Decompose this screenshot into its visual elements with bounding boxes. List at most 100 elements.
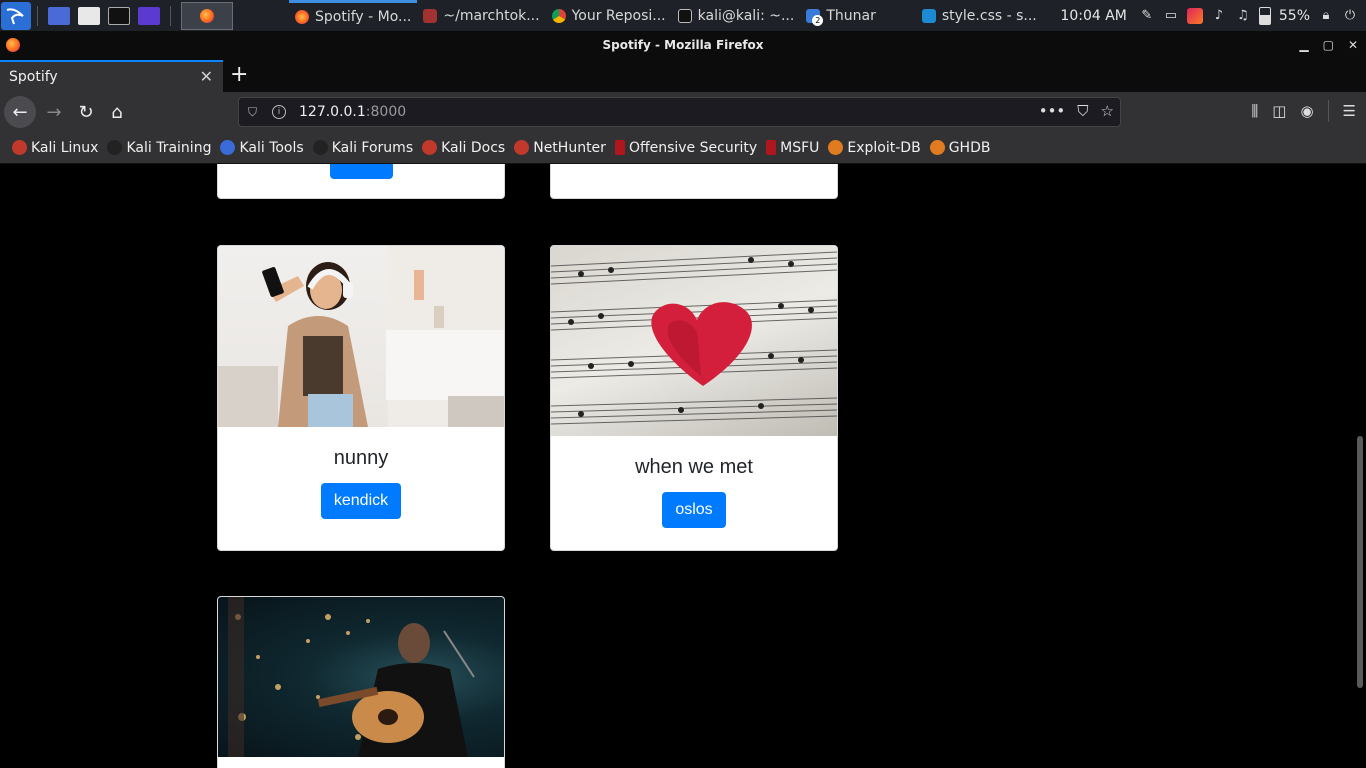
window-titlebar: Spotify - Mozilla Firefox ▁ ▢ ✕: [0, 31, 1366, 59]
terminal-icon: [677, 8, 692, 23]
document-icon: [423, 8, 438, 23]
account-icon[interactable]: ◉: [1300, 102, 1313, 120]
new-tab-icon[interactable]: +: [230, 62, 248, 87]
bookmark-star-icon[interactable]: ☆: [1101, 102, 1114, 120]
minimize-icon[interactable]: ▁: [1299, 38, 1308, 52]
msfu-icon: [766, 140, 777, 155]
bookmark-label: Kali Tools: [239, 139, 304, 156]
bookmark-nethunter[interactable]: NetHunter: [514, 140, 606, 156]
url-host: 127.0.0.1: [299, 104, 366, 120]
bookmark-offensive-security[interactable]: Offensive Security: [614, 139, 758, 156]
site-info-icon[interactable]: i: [272, 105, 286, 119]
toolbar-divider: [1327, 100, 1329, 122]
page-content: nunny kendick when we met oslos: [0, 164, 1366, 768]
task-label: Spotify - Mo...: [315, 9, 412, 25]
bookmark-kali-docs[interactable]: Kali Docs: [422, 140, 505, 156]
scrollbar[interactable]: [1354, 164, 1366, 768]
tab-title: Spotify: [9, 69, 58, 85]
tracking-shield-icon[interactable]: ⛉: [248, 105, 262, 120]
sidebar-icon[interactable]: ◫: [1272, 102, 1286, 120]
scrollbar-thumb[interactable]: [1357, 436, 1363, 688]
task-firefox[interactable]: Spotify - Mo...: [289, 0, 418, 31]
task-vscode[interactable]: style.css - s...: [916, 0, 1043, 31]
screen-icon[interactable]: ▭: [1163, 8, 1179, 24]
taskbar-separator: [170, 5, 171, 26]
hamburger-menu-icon[interactable]: ☰: [1343, 102, 1356, 120]
firefox-icon: [200, 8, 214, 23]
volume-icon[interactable]: ♪: [1211, 8, 1227, 24]
exploit-db-icon: [828, 140, 844, 155]
forward-arrow-icon[interactable]: →: [38, 96, 70, 128]
battery-icon[interactable]: [1258, 6, 1271, 25]
clock[interactable]: 10:04 AM: [1060, 8, 1126, 24]
nethunter-icon: [514, 140, 530, 155]
system-tray: 10:04 AM ✎ ▭ ♪ ♫ 55% 🔒︎ ⏻: [1060, 0, 1366, 31]
task-label: kali@kali: ~...: [697, 7, 795, 24]
task-thunar[interactable]: 2 Thunar: [800, 0, 882, 31]
bookmark-label: Offensive Security: [628, 139, 758, 156]
home-icon[interactable]: ⌂: [101, 96, 133, 128]
tab-close-icon[interactable]: ✕: [200, 67, 213, 86]
pocket-icon[interactable]: ⛉: [1077, 102, 1088, 120]
bookmark-exploit-db[interactable]: Exploit-DB: [828, 139, 921, 156]
task-label: Thunar: [826, 7, 876, 24]
firefox-icon: [295, 10, 309, 24]
folder-icon: 2: [806, 8, 824, 26]
kali-menu-icon[interactable]: [1, 1, 31, 30]
artist-button[interactable]: kendick: [320, 483, 402, 519]
song-title: nunny: [333, 447, 389, 469]
paperclip-icon[interactable]: ✎: [1139, 8, 1155, 24]
card-body: when we met oslos: [551, 436, 837, 528]
kali-dragon-icon: [12, 140, 27, 155]
task-list: Spotify - Mo... ~/marchtok... Your Repos…: [289, 0, 1043, 31]
song-cover-image: [551, 246, 837, 436]
bookmarks-toolbar: Kali Linux Kali Training Kali Tools Kali…: [0, 132, 1366, 164]
task-label: Your Reposi...: [571, 7, 666, 24]
bookmark-label: Exploit-DB: [847, 139, 921, 156]
reload-icon[interactable]: ↻: [70, 96, 102, 128]
url-text[interactable]: 127.0.0.1:8000: [299, 104, 406, 120]
app-indicator-icon[interactable]: [1186, 7, 1203, 24]
chrome-icon: [551, 8, 566, 23]
vscode-icon: [921, 8, 936, 23]
navigation-toolbar: ← → ↻ ⌂ ⛉ i 127.0.0.1:8000 ••• ⛉ ☆ ⫼ ◫ ◉…: [0, 92, 1366, 132]
offsec-icon: [614, 140, 625, 155]
kali-training-icon: [107, 140, 123, 155]
tab-spotify[interactable]: Spotify ✕: [0, 60, 223, 92]
notification-bell-icon[interactable]: ♫: [1235, 8, 1251, 24]
lock-icon[interactable]: 🔒︎: [1318, 8, 1334, 24]
maximize-icon[interactable]: ▢: [1323, 38, 1334, 52]
firefox-launcher[interactable]: [181, 1, 233, 30]
bookmark-label: Kali Linux: [31, 139, 99, 156]
bookmark-label: GHDB: [948, 139, 991, 156]
kali-docs-icon: [422, 140, 438, 155]
window-controls: ▁ ▢ ✕: [1299, 31, 1358, 59]
firefox-icon: [6, 38, 20, 52]
bookmark-kali-linux[interactable]: Kali Linux: [12, 140, 98, 156]
card-button[interactable]: [330, 164, 393, 179]
power-icon[interactable]: ⏻: [1342, 8, 1358, 24]
address-bar[interactable]: ⛉ i 127.0.0.1:8000 ••• ⛉ ☆: [238, 97, 1121, 127]
bookmark-kali-tools[interactable]: Kali Tools: [220, 139, 304, 156]
close-icon[interactable]: ✕: [1348, 38, 1358, 52]
tab-strip: Spotify ✕ +: [0, 59, 1366, 92]
library-icon[interactable]: ⫼: [1251, 102, 1258, 120]
terminal-icon[interactable]: [108, 6, 130, 25]
song-card: [217, 596, 505, 768]
artist-button[interactable]: oslos: [662, 492, 726, 528]
bookmark-kali-training[interactable]: Kali Training: [107, 140, 211, 156]
task-terminal[interactable]: kali@kali: ~...: [672, 0, 801, 31]
bookmark-kali-forums[interactable]: Kali Forums: [312, 140, 413, 156]
bookmark-msfu[interactable]: MSFU: [766, 140, 819, 156]
page-actions-menu-icon[interactable]: •••: [1039, 102, 1066, 120]
file-manager-icon[interactable]: [78, 6, 100, 25]
song-title: when we met: [635, 456, 753, 478]
task-chrome[interactable]: Your Reposi...: [546, 0, 672, 31]
bookmark-ghdb[interactable]: GHDB: [929, 139, 991, 156]
screen-recorder-icon[interactable]: [138, 6, 160, 25]
desktop-icon[interactable]: [48, 6, 70, 25]
back-arrow-icon[interactable]: ←: [4, 96, 36, 128]
task-editor[interactable]: ~/marchtok...: [417, 0, 545, 31]
window-title: Spotify - Mozilla Firefox: [602, 38, 764, 52]
kali-forums-icon: [312, 140, 328, 155]
